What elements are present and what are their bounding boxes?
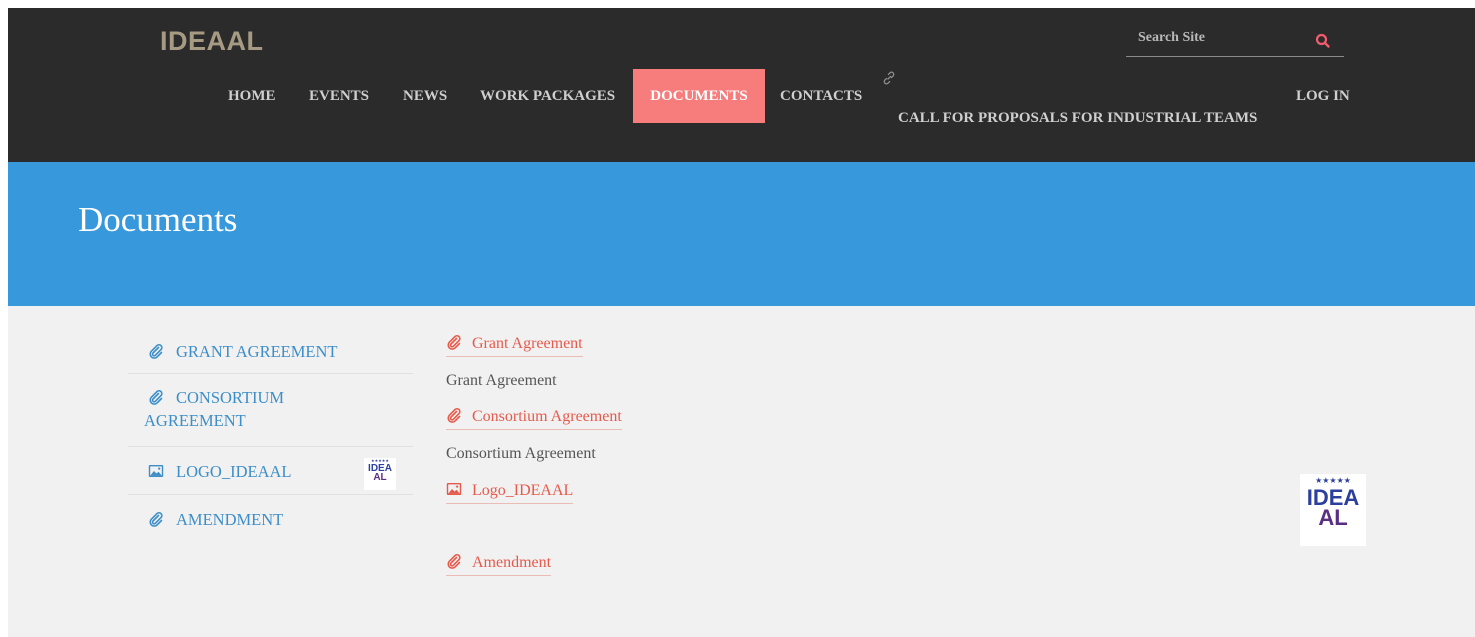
page-title: Documents — [78, 200, 238, 239]
paperclip-icon — [446, 553, 462, 569]
image-icon — [148, 463, 164, 479]
sidebar-logo-thumbnail: ★★★★★ IDEA AL — [364, 458, 396, 490]
sidebar-item-label: CONSORTIUM — [176, 388, 285, 407]
doc-link-label: Consortium Agreement — [472, 408, 622, 425]
paperclip-icon — [446, 334, 462, 350]
nav-home[interactable]: HOME — [228, 88, 276, 105]
ideaal-logo-image[interactable]: ★★★★★ IDEA AL — [1300, 474, 1366, 546]
sidebar-item-amendment[interactable]: AMENDMENT — [128, 495, 413, 543]
site-logo[interactable]: IDEAAL — [160, 26, 264, 57]
nav-call-for-proposals[interactable]: CALL FOR PROPOSALS FOR INDUSTRIAL TEAMS — [898, 110, 1257, 127]
search-icon[interactable] — [1312, 30, 1334, 52]
sidebar-item-consortium-agreement[interactable]: CONSORTIUM AGREEMENT — [128, 374, 413, 447]
nav-work-packages[interactable]: WORK PACKAGES — [480, 88, 615, 105]
paperclip-icon — [446, 407, 462, 423]
sidebar-item-label: GRANT AGREEMENT — [176, 342, 338, 361]
sidebar-item-label-continued: AGREEMENT — [144, 411, 246, 430]
doc-link-consortium-agreement[interactable]: Consortium Agreement — [446, 407, 622, 430]
page: IDEAAL HOME EVENTS NEWS WORK PACKAGES DO… — [8, 8, 1475, 637]
doc-link-amendment[interactable]: Amendment — [446, 553, 552, 576]
sidebar-item-logo-ideaal[interactable]: LOGO_IDEAAL ★★★★★ IDEA AL — [128, 447, 413, 495]
paperclip-icon — [148, 389, 164, 405]
paperclip-icon — [148, 343, 164, 359]
nav-contacts[interactable]: CONTACTS — [780, 88, 862, 105]
search-input[interactable] — [1138, 30, 1308, 46]
doc-link-label: Logo_IDEAAL — [472, 482, 574, 499]
doc-link-grant-agreement[interactable]: Grant Agreement — [446, 334, 583, 357]
doc-link-label: Grant Agreement — [472, 335, 583, 352]
nav-news[interactable]: NEWS — [403, 88, 447, 105]
link-icon — [881, 70, 897, 86]
doc-link-logo-ideaal[interactable]: Logo_IDEAAL — [446, 481, 574, 504]
nav-documents[interactable]: DOCUMENTS — [633, 69, 765, 123]
page-banner: Documents — [8, 162, 1475, 306]
nav-log-in[interactable]: LOG IN — [1296, 88, 1350, 105]
content-area: GRANT AGREEMENT CONSORTIUM AGREEMENT LOG… — [8, 306, 1475, 637]
nav-documents-label: DOCUMENTS — [650, 88, 748, 104]
image-icon — [446, 481, 462, 497]
paperclip-icon — [148, 511, 164, 527]
sidebar-item-label: LOGO_IDEAAL — [176, 462, 292, 481]
doc-description: Grant Agreement — [446, 372, 557, 389]
doc-description: Consortium Agreement — [446, 445, 596, 462]
search-box — [1126, 28, 1344, 57]
site-header: IDEAAL HOME EVENTS NEWS WORK PACKAGES DO… — [8, 8, 1475, 162]
doc-link-label: Amendment — [472, 554, 552, 571]
sidebar-item-label: AMENDMENT — [176, 510, 284, 529]
nav-events[interactable]: EVENTS — [309, 88, 369, 105]
sidebar-item-grant-agreement[interactable]: GRANT AGREEMENT — [128, 326, 413, 374]
